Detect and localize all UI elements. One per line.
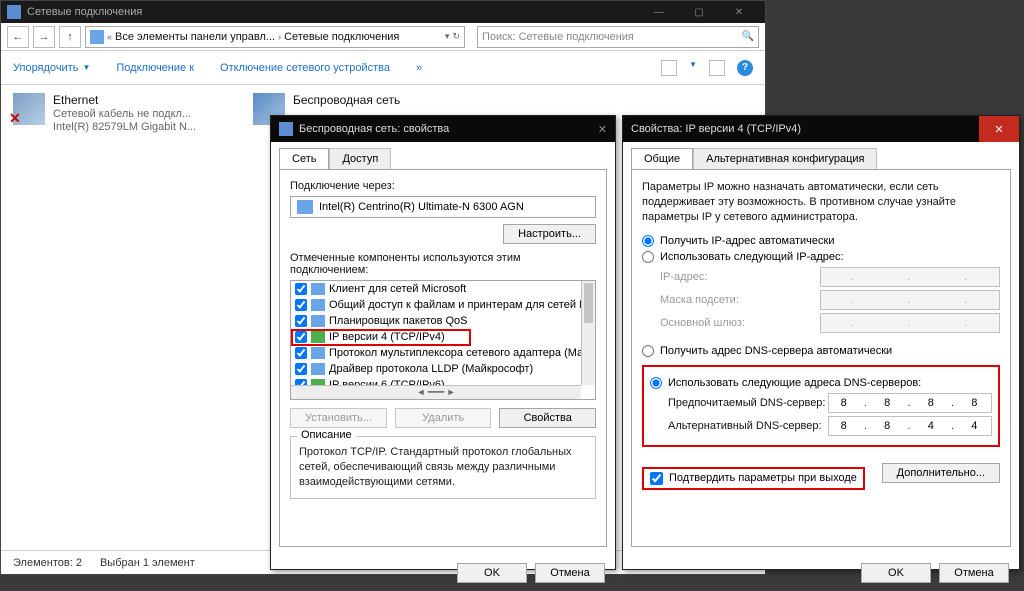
selection-count: Выбран 1 элемент (100, 557, 195, 569)
forward-button[interactable]: → (33, 26, 55, 48)
connect-to-button[interactable]: Подключение к (116, 62, 194, 74)
list-item: Клиент для сетей Microsoft (291, 281, 595, 297)
more-button[interactable]: » (416, 62, 422, 74)
dialog-titlebar[interactable]: Свойства: IP версии 4 (TCP/IPv4) ✕ (623, 116, 1019, 142)
close-button[interactable]: ✕ (979, 116, 1019, 142)
validate-checkbox[interactable]: Подтвердить параметры при выходе (650, 472, 857, 485)
advanced-button[interactable]: Дополнительно... (882, 463, 1000, 483)
highlight-dns: Использовать следующие адреса DNS-сервер… (642, 365, 1000, 447)
wireless-properties-dialog: Беспроводная сеть: свойства ✕ Сеть Досту… (270, 115, 616, 570)
ip-address-field: ... (820, 267, 1000, 287)
tabstrip: Общие Альтернативная конфигурация (623, 142, 1019, 169)
tab-alternative[interactable]: Альтернативная конфигурация (693, 148, 877, 169)
scrollbar-vertical[interactable] (581, 281, 595, 385)
components-label: Отмеченные компоненты используются этим … (290, 252, 596, 276)
organize-menu[interactable]: Упорядочить▼ (13, 62, 90, 74)
radio-dns-auto[interactable]: Получить адрес DNS-сервера автоматически (642, 345, 1000, 357)
components-list[interactable]: Клиент для сетей Microsoft Общий доступ … (290, 280, 596, 400)
search-input[interactable]: Поиск: Сетевые подключения (477, 26, 759, 48)
list-item-ipv4: IP версии 4 (TCP/IPv4) (291, 329, 595, 345)
breadcrumb[interactable]: « Все элементы панели управл... › Сетевы… (85, 26, 465, 48)
disable-device-button[interactable]: Отключение сетевого устройства (220, 62, 390, 74)
ok-button[interactable]: OK (457, 563, 527, 583)
subnet-mask-field: ... (820, 290, 1000, 310)
remove-button: Удалить (395, 408, 492, 428)
tab-access[interactable]: Доступ (329, 148, 391, 169)
ok-button[interactable]: OK (861, 563, 931, 583)
ipv4-properties-dialog: Свойства: IP версии 4 (TCP/IPv4) ✕ Общие… (622, 115, 1020, 570)
radio-ip-auto[interactable]: Получить IP-адрес автоматически (642, 235, 1000, 247)
location-icon (90, 30, 104, 44)
close-button[interactable] (719, 2, 759, 22)
up-button[interactable]: ↑ (59, 26, 81, 48)
scrollbar-horizontal[interactable]: ◄ ━━━ ► (291, 385, 581, 399)
configure-button[interactable]: Настроить... (503, 224, 596, 244)
list-item: Драйвер протокола LLDP (Майкрософт) (291, 361, 595, 377)
radio-ip-manual[interactable]: Использовать следующий IP-адрес: (642, 251, 1000, 263)
alternate-dns-field[interactable]: 8.8.4.4 (828, 416, 992, 436)
connect-via-label: Подключение через: (290, 180, 596, 192)
close-icon[interactable]: ✕ (598, 123, 607, 136)
description-group: Описание Протокол TCP/IP. Стандартный пр… (290, 436, 596, 499)
minimize-button[interactable] (639, 2, 679, 22)
intro-text: Параметры IP можно назначать автоматичес… (642, 180, 1000, 225)
tab-general[interactable]: Общие (631, 148, 693, 169)
list-item: Планировщик пакетов QoS (291, 313, 595, 329)
connection-ethernet[interactable]: Ethernet Сетевой кабель не подкл... Inte… (13, 93, 233, 133)
highlight-validate: Подтвердить параметры при выходе (642, 467, 865, 490)
cancel-button[interactable]: Отмена (535, 563, 605, 583)
gateway-field: ... (820, 313, 1000, 333)
help-icon[interactable]: ? (737, 60, 753, 76)
adapter-field: Intel(R) Centrino(R) Ultimate-N 6300 AGN (290, 196, 596, 218)
install-button[interactable]: Установить... (290, 408, 387, 428)
radio-dns-manual[interactable]: Использовать следующие адреса DNS-сервер… (650, 377, 992, 389)
address-toolbar: ← → ↑ « Все элементы панели управл... › … (1, 23, 765, 51)
dialog-titlebar[interactable]: Беспроводная сеть: свойства ✕ (271, 116, 615, 142)
list-item: Протокол мультиплексора сетевого адаптер… (291, 345, 595, 361)
item-count: Элементов: 2 (13, 557, 82, 569)
back-button[interactable]: ← (7, 26, 29, 48)
wifi-icon (279, 122, 293, 136)
tab-network[interactable]: Сеть (279, 148, 329, 169)
window-title: Сетевые подключения (27, 6, 639, 18)
preferred-dns-field[interactable]: 8.8.8.8 (828, 393, 992, 413)
titlebar[interactable]: Сетевые подключения (1, 1, 765, 23)
ethernet-icon (13, 93, 45, 125)
preview-pane-icon[interactable] (709, 60, 725, 76)
list-item: Общий доступ к файлам и принтерам для се… (291, 297, 595, 313)
view-options-icon[interactable] (661, 60, 677, 76)
cancel-button[interactable]: Отмена (939, 563, 1009, 583)
tabstrip: Сеть Доступ (271, 142, 615, 169)
maximize-button[interactable] (679, 2, 719, 22)
adapter-icon (297, 200, 313, 214)
component-properties-button[interactable]: Свойства (499, 408, 596, 428)
command-toolbar: Упорядочить▼ Подключение к Отключение се… (1, 51, 765, 85)
app-icon (7, 5, 21, 19)
